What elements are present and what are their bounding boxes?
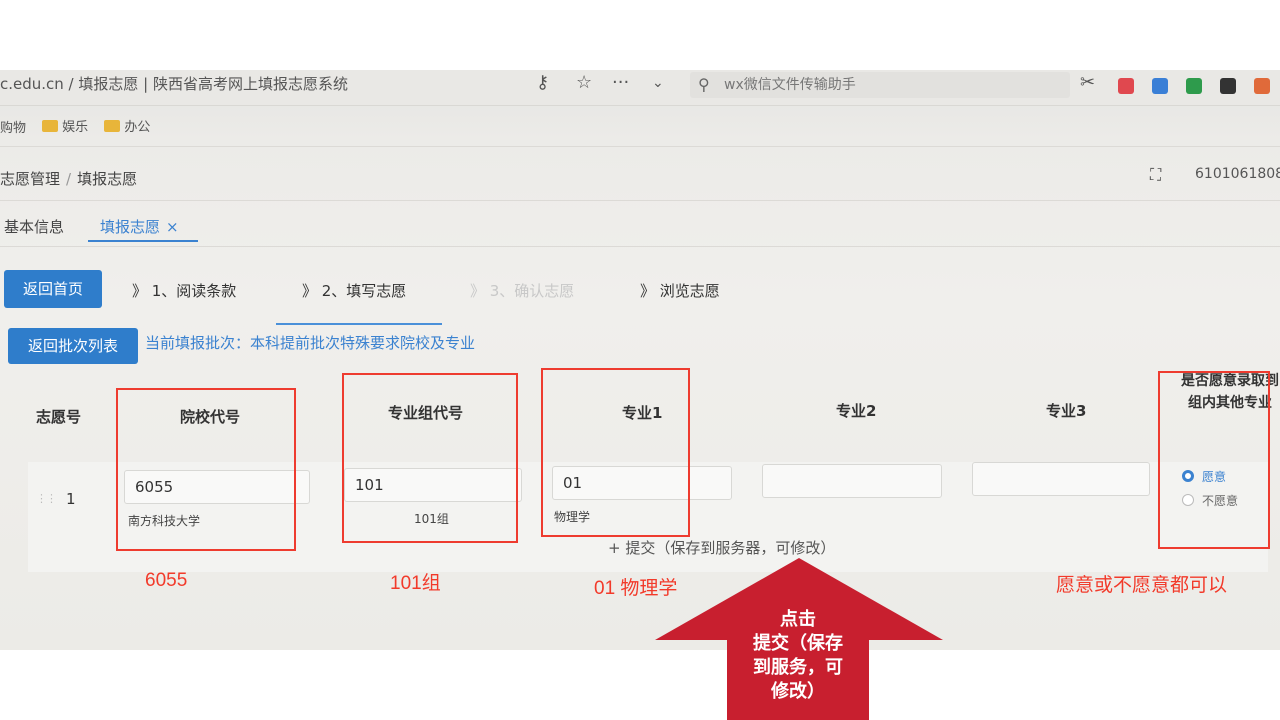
- breadcrumb: 志愿管理 / 填报志愿: [0, 170, 138, 188]
- extension-orange-icon[interactable]: [1254, 78, 1270, 94]
- bookmarks-bar: 购物 娱乐 办公: [0, 116, 162, 138]
- extension-game-icon[interactable]: [1118, 78, 1134, 94]
- close-icon[interactable]: ×: [166, 218, 179, 236]
- star-icon[interactable]: ☆: [576, 72, 592, 93]
- bookmark-office[interactable]: 办公: [104, 116, 150, 135]
- arrow-callout-text: 点击 提交（保存 到服务，可 修改）: [753, 609, 843, 701]
- bookmark-shopping[interactable]: 购物: [0, 117, 26, 136]
- step-fill-application[interactable]: 》 2、填写志愿: [302, 280, 406, 301]
- highlight-major1: [541, 368, 690, 537]
- drag-handle-icon[interactable]: ⋮⋮: [36, 492, 57, 505]
- annotation-group: 101组: [390, 573, 441, 594]
- extension-green-icon[interactable]: [1186, 78, 1202, 94]
- submit-button[interactable]: + 提交（保存到服务器，可修改）: [608, 537, 835, 558]
- browser-toolbar: c.edu.cn / 填报志愿 | 陕西省高考网上填报志愿系统 ⚷ ☆ ··· …: [0, 70, 1280, 106]
- extension-puzzle-icon[interactable]: [1220, 78, 1236, 94]
- step-confirm: 》 3、确认志愿: [470, 282, 575, 300]
- extension-blue-icon[interactable]: [1152, 78, 1168, 94]
- fullscreen-icon[interactable]: ⛶: [1150, 165, 1161, 185]
- header-no: 志愿号: [36, 408, 82, 426]
- step-browse[interactable]: 》 浏览志愿: [640, 280, 720, 301]
- breadcrumb-parent[interactable]: 志愿管理: [0, 170, 60, 188]
- highlight-accept-other: [1158, 371, 1270, 549]
- key-icon[interactable]: ⚷: [536, 72, 549, 93]
- breadcrumb-current: 填报志愿: [77, 170, 138, 188]
- highlight-school-code: [116, 388, 296, 551]
- annotation-accept: 愿意或不愿意都可以: [1056, 575, 1228, 596]
- scissors-icon[interactable]: ✂: [1080, 72, 1095, 93]
- major3-input[interactable]: [972, 462, 1150, 496]
- step-read-terms[interactable]: 》 1、阅读条款: [132, 280, 236, 301]
- batch-list-button[interactable]: 返回批次列表: [8, 328, 138, 364]
- annotation-school: 6055: [145, 570, 188, 591]
- home-button[interactable]: 返回首页: [4, 270, 102, 308]
- user-id: 6101061808: [1195, 166, 1280, 182]
- active-step-indicator: [276, 323, 442, 325]
- more-icon[interactable]: ···: [612, 72, 629, 93]
- major2-input[interactable]: [762, 464, 942, 498]
- address-bar[interactable]: c.edu.cn / 填报志愿 | 陕西省高考网上填报志愿系统: [0, 73, 348, 94]
- tab-fill-application[interactable]: 填报志愿 ×: [100, 216, 179, 237]
- search-text: wx微信文件传输助手: [724, 77, 856, 93]
- tab-basic-info[interactable]: 基本信息: [4, 216, 64, 237]
- current-batch: 当前填报批次：本科提前批次特殊要求院校及专业: [145, 334, 476, 352]
- divider: [0, 200, 1280, 201]
- folder-icon: [42, 119, 59, 132]
- header-major2: 专业2: [836, 402, 877, 420]
- header-major3: 专业3: [1046, 402, 1087, 420]
- folder-icon: [104, 119, 121, 132]
- divider: [0, 246, 1280, 247]
- row-no: 1: [66, 490, 76, 508]
- active-tab-indicator: [88, 240, 198, 242]
- divider: [0, 146, 1280, 147]
- search-icon: ⚲: [698, 75, 710, 94]
- bookmark-entertainment[interactable]: 娱乐: [42, 116, 88, 135]
- screen-photo: c.edu.cn / 填报志愿 | 陕西省高考网上填报志愿系统 ⚷ ☆ ··· …: [0, 70, 1280, 650]
- search-input[interactable]: ⚲ wx微信文件传输助手: [690, 72, 1070, 98]
- highlight-group-code: [342, 373, 518, 543]
- chevron-down-icon[interactable]: ⌄: [652, 75, 664, 91]
